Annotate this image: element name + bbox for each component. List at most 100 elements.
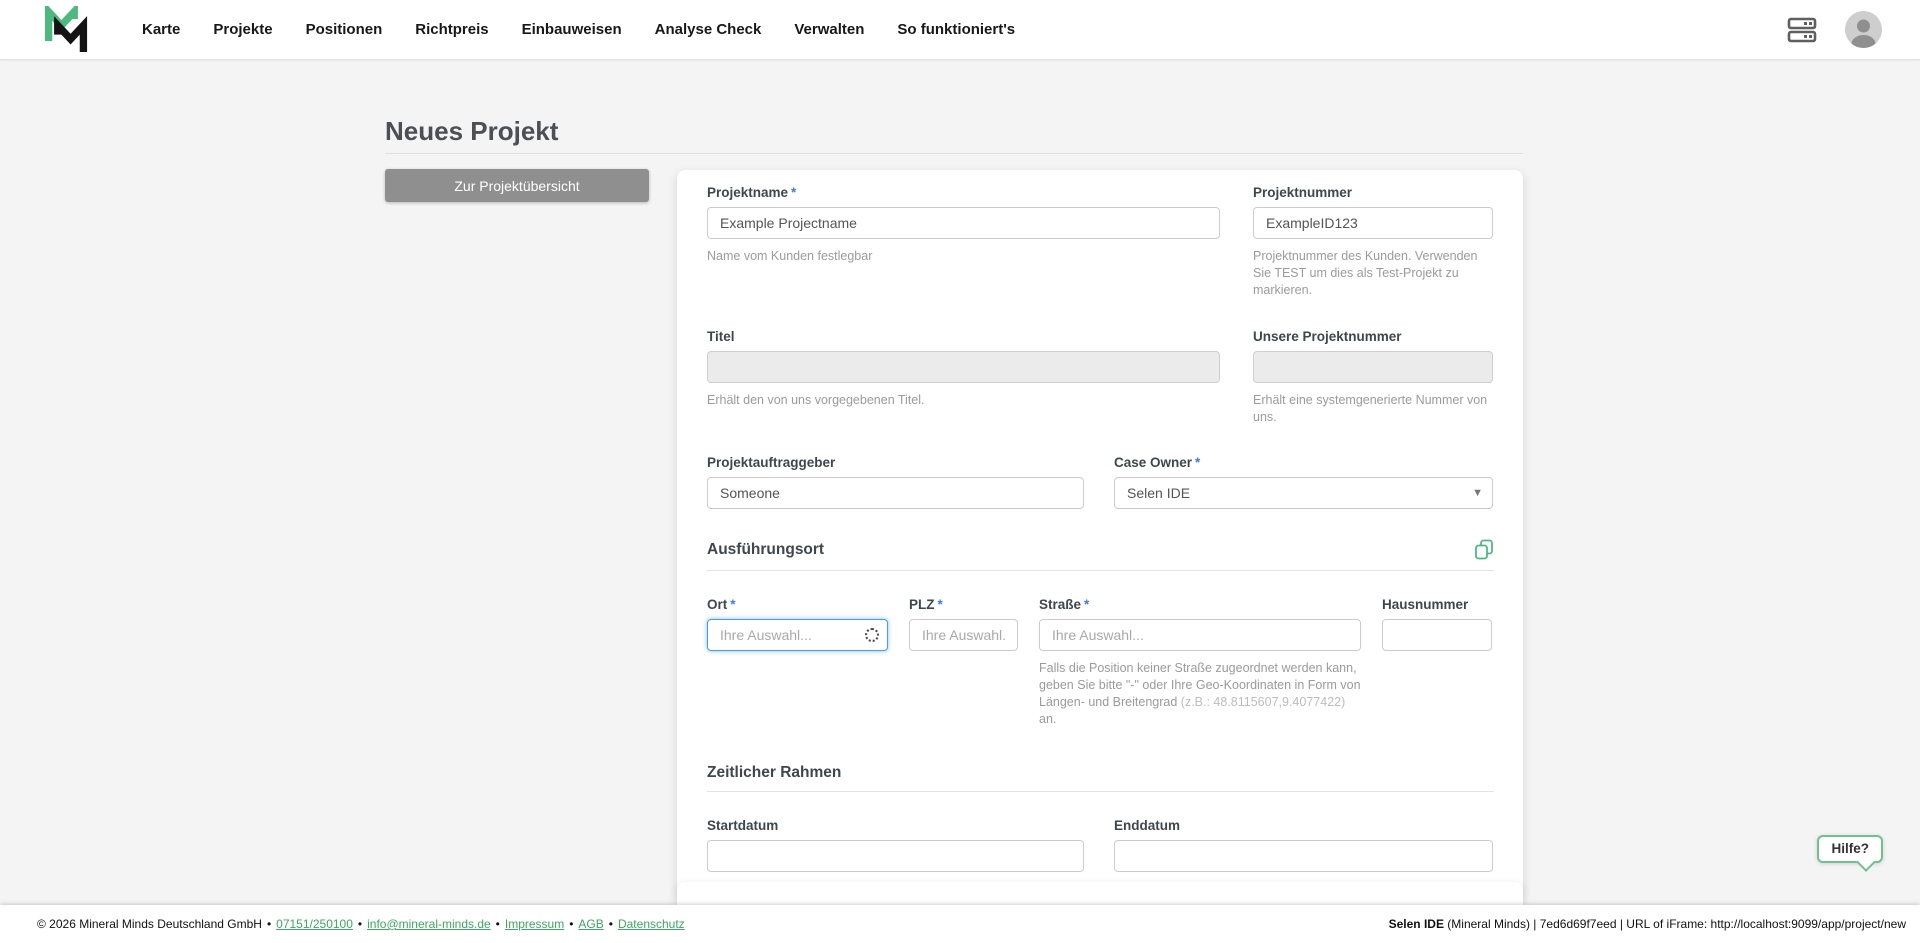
footer-separator: • <box>266 917 272 931</box>
titel-field-group: Titel Erhält den von uns vorgegebenen Ti… <box>707 329 1220 426</box>
case-owner-selected-value: Selen IDE <box>1127 485 1191 501</box>
nav-item-karte[interactable]: Karte <box>142 21 180 38</box>
copy-location-button[interactable] <box>1474 539 1494 561</box>
main-nav: Karte Projekte Positionen Richtpreis Ein… <box>142 21 1015 38</box>
mineral-minds-logo[interactable] <box>44 5 88 54</box>
enddatum-label: Enddatum <box>1114 818 1180 833</box>
case-owner-label: Case Owner * <box>1114 455 1493 470</box>
plz-field-group: PLZ * <box>909 597 1018 728</box>
top-navigation-bar: Karte Projekte Positionen Richtpreis Ein… <box>0 0 1920 60</box>
strasse-helper-example: (z.B.: 48.8115607,9.4077422) <box>1180 695 1346 709</box>
projektauftraggeber-label: Projektauftraggeber <box>707 455 836 470</box>
case-owner-field-group: Case Owner * Selen IDE ▼ <box>1114 455 1493 509</box>
required-marker: * <box>1195 455 1201 470</box>
unsere-projektnummer-label: Unsere Projektnummer <box>1253 329 1402 344</box>
footer-session-details: (Mineral Minds) | 7ed6d69f7eed | URL of … <box>1443 917 1906 931</box>
zeitlicher-rahmen-section-title: Zeitlicher Rahmen <box>707 764 842 781</box>
startdatum-input[interactable] <box>707 840 1084 872</box>
strasse-label: Straße * <box>1039 597 1361 612</box>
person-icon <box>1851 19 1876 48</box>
loading-spinner-icon <box>865 628 879 642</box>
startdatum-label: Startdatum <box>707 818 779 833</box>
form-row-auftraggeber-owner: Projektauftraggeber Case Owner* Selen ID… <box>707 455 1494 509</box>
form-row-titel-unsere-nummer: Titel Erhält den von uns vorgegebenen Ti… <box>707 329 1494 426</box>
projektnummer-label: Projektnummer <box>1253 185 1353 200</box>
footer-session-info: Selen IDE (Mineral Minds) | 7ed6d69f7eed… <box>1389 917 1906 931</box>
zeitlicher-rahmen-section-header: Zeitlicher Rahmen <box>707 764 1494 782</box>
nav-item-projekte[interactable]: Projekte <box>213 21 272 38</box>
footer-datenschutz-link[interactable]: Datenschutz <box>618 917 685 931</box>
enddatum-input[interactable] <box>1114 840 1493 872</box>
unsere-projektnummer-helper: Erhält eine systemgenerierte Nummer von … <box>1253 393 1488 424</box>
copy-icon <box>1475 539 1493 560</box>
projektauftraggeber-field-group: Projektauftraggeber <box>707 455 1084 509</box>
title-divider <box>385 153 1523 154</box>
footer-separator: • <box>357 917 363 931</box>
footer-phone-link[interactable]: 07151/250100 <box>276 917 353 931</box>
nav-item-verwalten[interactable]: Verwalten <box>794 21 864 38</box>
help-button[interactable]: Hilfe? <box>1817 835 1883 863</box>
nav-item-positionen[interactable]: Positionen <box>306 21 383 38</box>
back-to-project-overview-button[interactable]: Zur Projektübersicht <box>385 169 649 202</box>
projektnummer-input[interactable] <box>1253 207 1493 239</box>
user-avatar[interactable] <box>1845 11 1882 48</box>
main-content: Neues Projekt Zur Projektübersicht Proje… <box>0 60 1920 943</box>
ort-label-text: Ort <box>707 597 728 612</box>
footer-user-name: Selen IDE <box>1388 917 1444 931</box>
ort-input[interactable] <box>707 619 888 651</box>
projektauftraggeber-input[interactable] <box>707 477 1084 509</box>
projektname-label: Projektname * <box>707 185 1220 200</box>
footer-email-link[interactable]: info@mineral-minds.de <box>367 917 491 931</box>
footer-agb-link[interactable]: AGB <box>578 917 603 931</box>
form-row-name-number: Projektname* Name vom Kunden festlegbar … <box>707 185 1494 299</box>
ausfuehrungsort-section-title: Ausführungsort <box>707 541 825 558</box>
required-marker: * <box>791 185 797 200</box>
ort-input-wrapper <box>707 619 888 651</box>
titel-input <box>707 351 1220 383</box>
footer-copyright: © 2026 Mineral Minds Deutschland GmbH <box>37 917 262 931</box>
hausnummer-input[interactable] <box>1382 619 1492 651</box>
required-marker: * <box>937 597 943 612</box>
hausnummer-field-group: Hausnummer <box>1382 597 1492 728</box>
nav-item-einbauweisen[interactable]: Einbauweisen <box>522 21 622 38</box>
projektname-input[interactable] <box>707 207 1220 239</box>
nav-item-so-funktionierts[interactable]: So funktioniert's <box>897 21 1015 38</box>
projektname-label-text: Projektname <box>707 185 789 200</box>
enddatum-field-group: Enddatum <box>1114 818 1493 872</box>
footer-bar: © 2026 Mineral Minds Deutschland GmbH • … <box>0 905 1920 943</box>
nav-item-richtpreis[interactable]: Richtpreis <box>415 21 488 38</box>
strasse-input[interactable] <box>1039 619 1361 651</box>
titel-label: Titel <box>707 329 735 344</box>
header-right-controls <box>1787 11 1882 48</box>
strasse-label-text: Straße <box>1039 597 1082 612</box>
zeitlicher-rahmen-divider <box>707 791 1494 792</box>
nav-item-analyse-check[interactable]: Analyse Check <box>655 21 762 38</box>
case-owner-label-text: Case Owner <box>1114 455 1193 470</box>
new-project-form-card: Projektname* Name vom Kunden festlegbar … <box>677 170 1523 896</box>
projektname-field-group: Projektname* Name vom Kunden festlegbar <box>707 185 1220 299</box>
plz-input[interactable] <box>909 619 1018 651</box>
case-owner-select[interactable]: Selen IDE ▼ <box>1114 477 1493 509</box>
footer-impressum-link[interactable]: Impressum <box>505 917 564 931</box>
plz-label-text: PLZ <box>909 597 935 612</box>
plz-label: PLZ * <box>909 597 1018 612</box>
titel-helper: Erhält den von uns vorgegebenen Titel. <box>707 393 925 407</box>
footer-separator: • <box>608 917 613 931</box>
required-marker: * <box>730 597 736 612</box>
footer-left: © 2026 Mineral Minds Deutschland GmbH • … <box>37 917 685 931</box>
hausnummer-label: Hausnummer <box>1382 597 1469 612</box>
strasse-field-group: Straße* Falls die Position keiner Straße… <box>1039 597 1361 728</box>
unsere-projektnummer-field-group: Unsere Projektnummer Erhält eine systemg… <box>1253 329 1493 426</box>
server-icon[interactable] <box>1787 17 1817 43</box>
strasse-helper-suffix: an. <box>1039 712 1057 726</box>
projektnummer-field-group: Projektnummer Projektnummer des Kunden. … <box>1253 185 1493 299</box>
logo-icon <box>44 5 88 52</box>
ausfuehrungsort-divider <box>707 570 1494 571</box>
strasse-helper: Falls die Position keiner Straße zugeord… <box>1039 660 1361 728</box>
startdatum-field-group: Startdatum <box>707 818 1084 872</box>
unsere-projektnummer-input <box>1253 351 1493 383</box>
footer-separator: • <box>569 917 574 931</box>
ort-field-group: Ort * <box>707 597 888 728</box>
form-row-dates: Startdatum Enddatum <box>707 818 1494 872</box>
page-title: Neues Projekt <box>385 116 559 146</box>
